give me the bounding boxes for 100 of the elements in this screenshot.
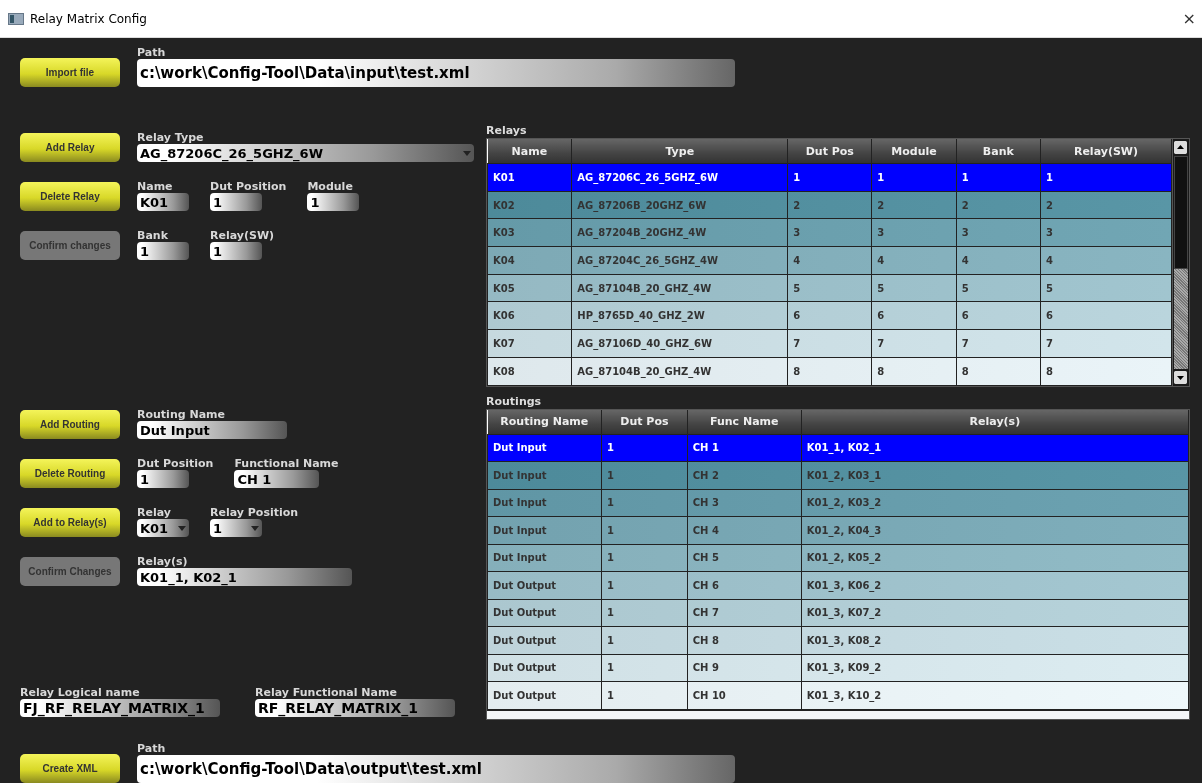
field-label: Path — [137, 742, 167, 755]
table-cell: 1 — [601, 544, 688, 572]
table-cell: 1 — [601, 461, 688, 489]
table-cell: K01_3, K10_2 — [801, 681, 1189, 709]
table-row[interactable]: Dut Input 1 CH 3 K01_2, K03_2 — [487, 489, 1189, 517]
table-cell: 1 — [601, 489, 688, 517]
field-label: Relay Position — [210, 506, 299, 519]
field-label: Dut Position — [210, 180, 287, 193]
action-button[interactable]: Add Relay — [20, 133, 120, 162]
table-cell: Dut Output — [487, 571, 602, 599]
table-cell: K01 — [487, 163, 572, 192]
table-row[interactable]: Dut Output 1 CH 10 K01_3, K10_2 — [487, 681, 1189, 709]
dropdown-field[interactable]: K01 — [137, 519, 189, 537]
text-field[interactable]: CH 1 — [234, 470, 320, 488]
path-field[interactable]: c:\work\Config-Tool\Data\output\test.xml — [137, 755, 735, 783]
table-cell: 8 — [956, 357, 1041, 385]
text-field[interactable]: FJ_RF_RELAY_MATRIX_1 — [20, 699, 220, 717]
action-button[interactable]: Import file — [20, 58, 120, 87]
table-cell: K01_2, K05_2 — [801, 544, 1189, 572]
field-label: Routing Name — [137, 408, 226, 421]
table-title: Routings — [486, 394, 543, 409]
column-header[interactable]: Dut Pos — [787, 139, 872, 164]
text-field[interactable]: 1 — [307, 193, 360, 211]
column-header[interactable]: Name — [487, 139, 572, 164]
table-cell: CH 3 — [687, 489, 802, 517]
table-cell: 6 — [1040, 301, 1172, 330]
table-row[interactable]: K01 AG_87206C_26_5GHZ_6W 1 1 1 1 — [487, 163, 1172, 192]
text-field[interactable]: K01_1, K02_1 — [137, 568, 352, 586]
table-cell: AG_87106D_40_GHZ_6W — [571, 329, 788, 358]
text-field[interactable]: RF_RELAY_MATRIX_1 — [255, 699, 455, 717]
table-cell: AG_87206C_26_5GHZ_6W — [571, 163, 788, 192]
scroll-up-icon[interactable] — [1174, 141, 1187, 154]
column-header[interactable]: Type — [571, 139, 788, 164]
text-field[interactable]: K01 — [137, 193, 189, 211]
table-cell: AG_87204C_26_5GHZ_4W — [571, 246, 788, 275]
field-label: Dut Position — [137, 457, 214, 470]
table-cell: 1 — [956, 163, 1041, 192]
table-cell: 7 — [871, 329, 957, 358]
action-button[interactable]: Create XML — [20, 754, 120, 783]
table-row[interactable]: K03 AG_87204B_20GHZ_4W 3 3 3 3 — [487, 218, 1172, 247]
column-header[interactable]: Routing Name — [487, 409, 602, 434]
field-label: Bank — [137, 229, 169, 242]
action-button[interactable]: Add Routing — [20, 410, 120, 439]
table-row[interactable]: Dut Input 1 CH 2 K01_2, K03_1 — [487, 461, 1189, 489]
dropdown-field[interactable]: AG_87206C_26_5GHZ_6W — [137, 144, 474, 162]
table-cell: 1 — [871, 163, 957, 192]
table-row[interactable]: K02 AG_87206B_20GHZ_6W 2 2 2 2 — [487, 191, 1172, 219]
table-cell: 5 — [1040, 274, 1172, 302]
scroll-down-icon[interactable] — [1174, 370, 1187, 384]
table-row[interactable]: K07 AG_87106D_40_GHZ_6W 7 7 7 7 — [487, 329, 1172, 358]
column-header[interactable]: Relay(SW) — [1040, 139, 1172, 164]
table-cell: 5 — [956, 274, 1041, 302]
action-button[interactable]: Delete Relay — [20, 182, 120, 211]
table-row[interactable]: Dut Output 1 CH 8 K01_3, K08_2 — [487, 626, 1189, 654]
table-cell: CH 9 — [687, 654, 802, 682]
text-field[interactable]: Dut Input — [137, 421, 287, 439]
action-button[interactable]: Delete Routing — [20, 459, 120, 488]
column-header[interactable]: Bank — [956, 139, 1041, 164]
dropdown-field[interactable]: 1 — [210, 519, 262, 537]
table-cell: CH 8 — [687, 626, 802, 654]
table-cell: 7 — [787, 329, 872, 358]
table-cell: CH 1 — [687, 434, 802, 462]
table-row[interactable]: Dut Output 1 CH 7 K01_3, K07_2 — [487, 599, 1189, 627]
table-row[interactable]: K04 AG_87204C_26_5GHZ_4W 4 4 4 4 — [487, 246, 1172, 275]
table-cell: 4 — [871, 246, 957, 275]
text-field[interactable]: 1 — [137, 242, 189, 260]
column-header[interactable]: Module — [871, 139, 957, 164]
table-cell: AG_87104B_20_GHZ_4W — [571, 357, 788, 385]
table-cell: CH 7 — [687, 599, 802, 627]
field-label: Relay Type — [137, 131, 205, 144]
column-header[interactable]: Dut Pos — [601, 409, 688, 434]
table-cell: 1 — [601, 516, 688, 544]
close-button[interactable]: × — [1182, 9, 1196, 28]
table-cell: 4 — [956, 246, 1041, 275]
column-header[interactable]: Func Name — [687, 409, 802, 434]
table-row[interactable]: K05 AG_87104B_20_GHZ_4W 5 5 5 5 — [487, 274, 1172, 302]
table-row[interactable]: Dut Output 1 CH 6 K01_3, K06_2 — [487, 571, 1189, 599]
text-field[interactable]: 1 — [137, 470, 189, 488]
table-title: Relays — [486, 124, 528, 138]
scrollbar-thumb[interactable] — [1174, 156, 1188, 269]
table-cell: 7 — [1040, 329, 1172, 358]
table-cell: 7 — [956, 329, 1041, 358]
path-field[interactable]: c:\work\Config-Tool\Data\input\test.xml — [137, 59, 735, 87]
table-cell: K08 — [487, 357, 572, 385]
text-field[interactable]: 1 — [210, 242, 262, 260]
field-label: Path — [137, 46, 167, 59]
table-row[interactable]: K08 AG_87104B_20_GHZ_4W 8 8 8 8 — [487, 357, 1172, 385]
table-row[interactable]: Dut Input 1 CH 1 K01_1, K02_1 — [487, 434, 1189, 462]
table-row[interactable]: Dut Input 1 CH 4 K01_2, K04_3 — [487, 516, 1189, 544]
table-cell: 1 — [601, 599, 688, 627]
text-field[interactable]: 1 — [210, 193, 262, 211]
column-header[interactable]: Relay(s) — [801, 409, 1189, 434]
table-cell: CH 5 — [687, 544, 802, 572]
table-cell: Dut Output — [487, 681, 602, 709]
table-row[interactable]: Dut Input 1 CH 5 K01_2, K05_2 — [487, 544, 1189, 572]
action-button[interactable]: Add to Relay(s) — [20, 508, 120, 537]
table-row[interactable]: K06 HP_8765D_40_GHZ_2W 6 6 6 6 — [487, 301, 1172, 330]
table-row[interactable]: Dut Output 1 CH 9 K01_3, K09_2 — [487, 654, 1189, 682]
table-cell: 1 — [1040, 163, 1172, 192]
table-cell: 3 — [871, 218, 957, 247]
